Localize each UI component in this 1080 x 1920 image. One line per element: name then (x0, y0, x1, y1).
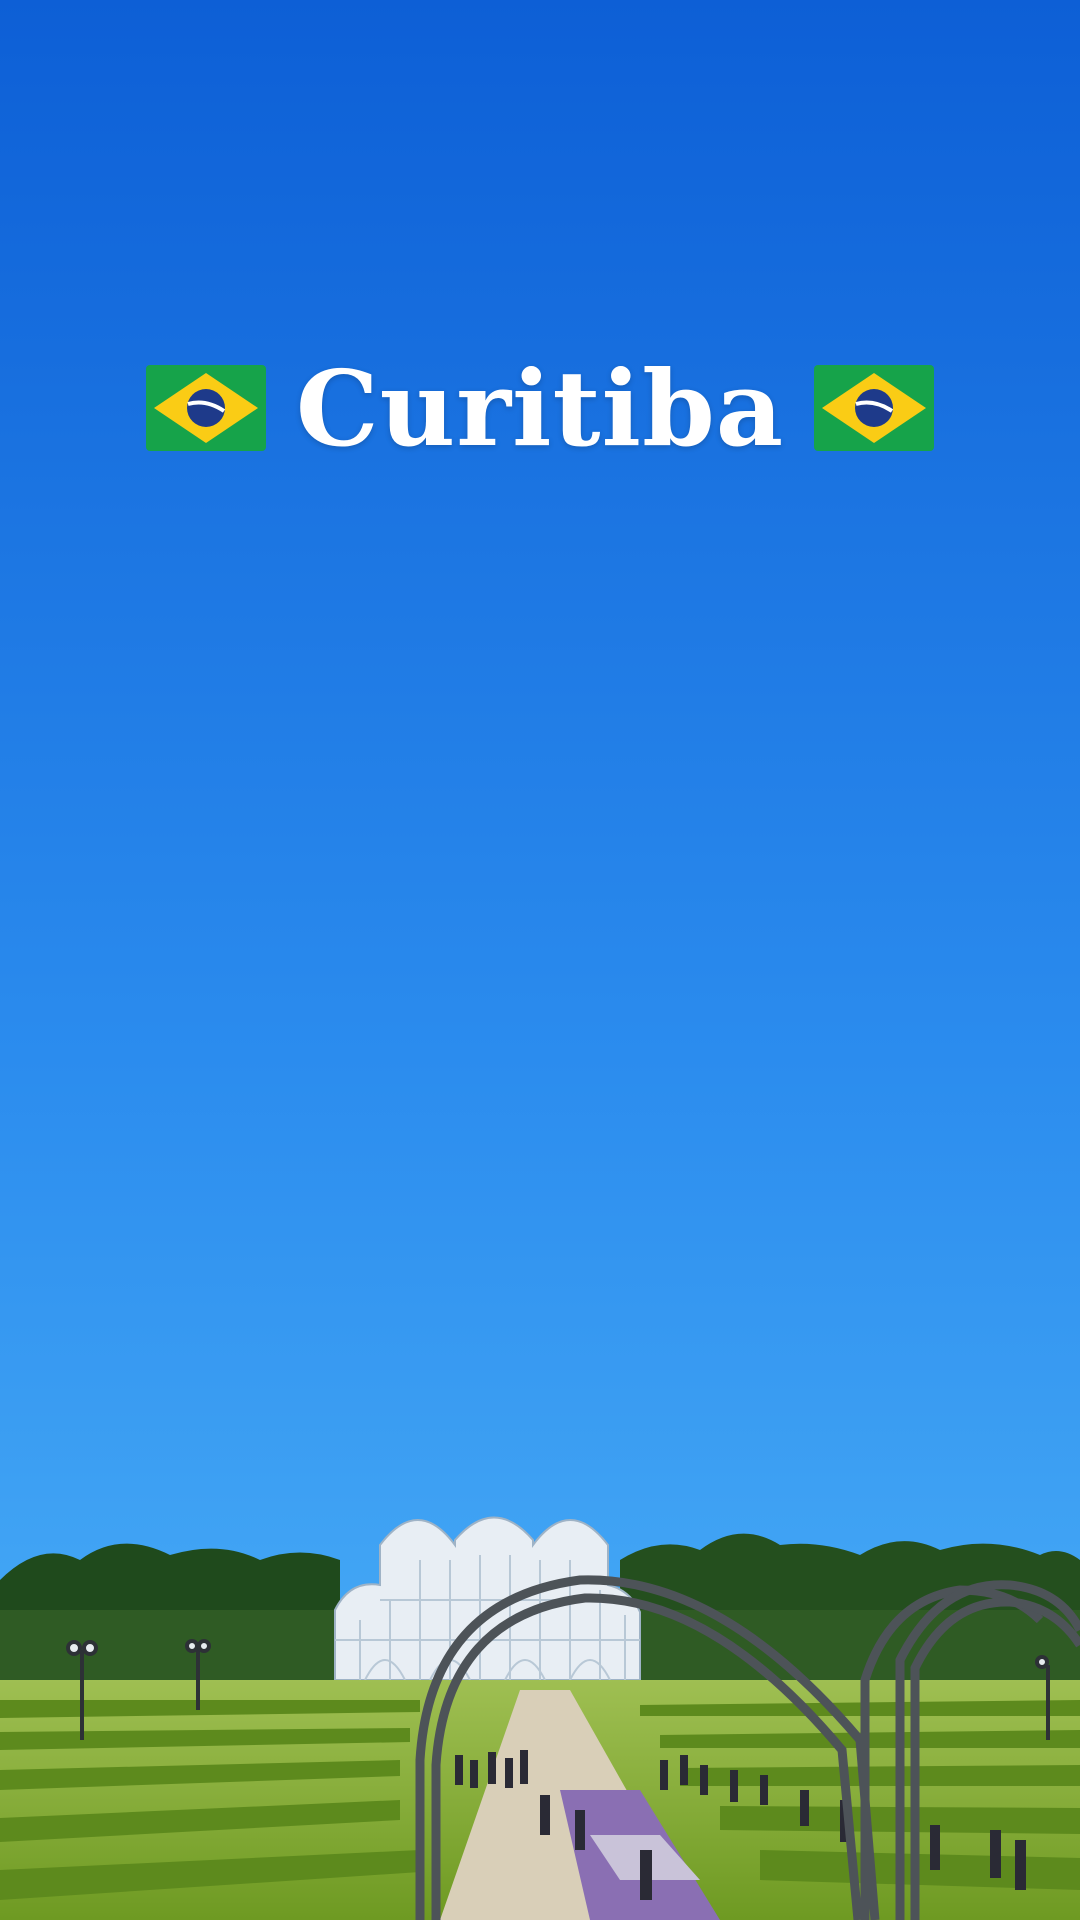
location-title: Curitiba (295, 346, 785, 470)
brazil-flag-icon (145, 365, 266, 451)
curitiba-botanical-garden-photo (0, 0, 1080, 1920)
caption: Curitiba (0, 346, 1080, 470)
brazil-flag-icon (814, 365, 935, 451)
